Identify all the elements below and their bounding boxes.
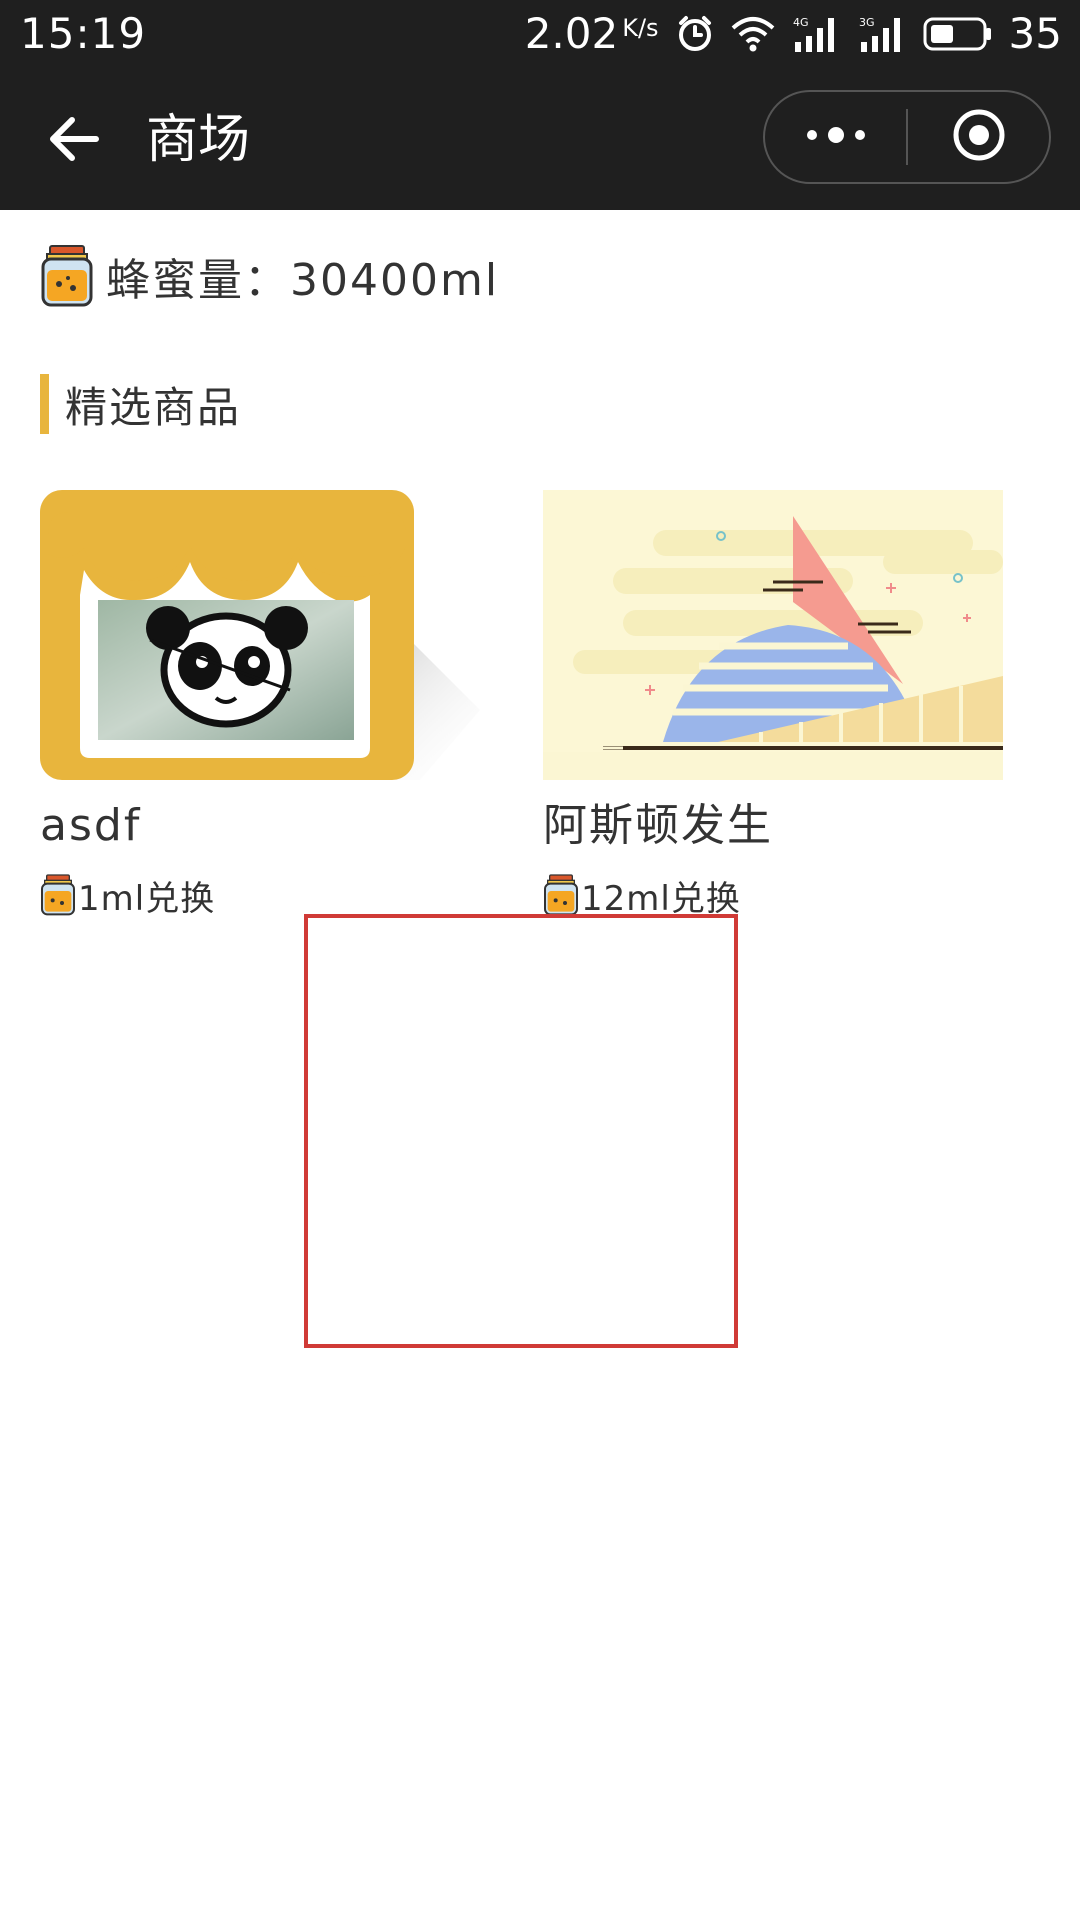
section-accent-bar (40, 374, 49, 434)
network-speed: 2.02 K/s (525, 8, 659, 60)
status-icons: 2.02 K/s 4G 3G 35 (525, 8, 1062, 60)
panda-shop-image (40, 490, 500, 780)
section-title: 精选商品 (65, 382, 242, 432)
honey-jar-icon (40, 872, 76, 918)
network-speed-unit: K/s (622, 14, 659, 42)
honey-amount-label: 蜂蜜量：30400ml (106, 255, 500, 306)
cell-signal-4g-icon: 4G (791, 14, 841, 54)
product-name: 阿斯顿发生 (543, 800, 773, 851)
status-time: 15:19 (20, 9, 147, 58)
product-price-label: 12ml兑换 (581, 878, 741, 919)
mini-program-capsule (763, 90, 1051, 184)
battery-icon (923, 15, 993, 53)
target-circle-icon (951, 107, 1007, 167)
building-illustration-image (543, 490, 1003, 780)
app-root: 15:19 2.02 K/s 4G 3G 35 商场 蜂蜜量：30400ml 精… (0, 0, 1080, 1920)
product-card[interactable]: asdf 1ml兑换 (40, 490, 510, 920)
honey-jar-icon (40, 244, 94, 308)
alarm-icon (675, 14, 715, 54)
arrow-left-icon (46, 112, 100, 170)
product-name: asdf (40, 800, 142, 851)
product-price: 12ml兑换 (543, 870, 1013, 920)
status-bar: 15:19 2.02 K/s 4G 3G 35 (0, 0, 1080, 70)
product-price-label: 1ml兑换 (78, 878, 216, 919)
honey-jar-icon (543, 872, 579, 918)
back-button[interactable] (38, 106, 108, 176)
more-dots-icon (804, 125, 868, 149)
top-bar: 15:19 2.02 K/s 4G 3G 35 商场 (0, 0, 1080, 210)
signal-1-label: 4G (793, 16, 809, 29)
cell-signal-3g-icon: 3G (857, 14, 907, 54)
wifi-icon (731, 16, 775, 52)
section-heading: 精选商品 (40, 374, 241, 434)
close-mini-program-button[interactable] (908, 92, 1049, 182)
nav-bar: 商场 (0, 70, 1080, 210)
product-price: 1ml兑换 (40, 870, 510, 920)
more-button[interactable] (765, 92, 906, 182)
product-card[interactable]: 阿斯顿发生 12ml兑换 (543, 490, 1013, 920)
signal-2-label: 3G (859, 16, 875, 29)
highlight-box (304, 914, 738, 1348)
network-speed-value: 2.02 (524, 9, 619, 58)
page-title: 商场 (146, 110, 251, 170)
honey-balance: 蜂蜜量：30400ml (40, 244, 499, 308)
battery-percent: 35 (1008, 9, 1062, 58)
